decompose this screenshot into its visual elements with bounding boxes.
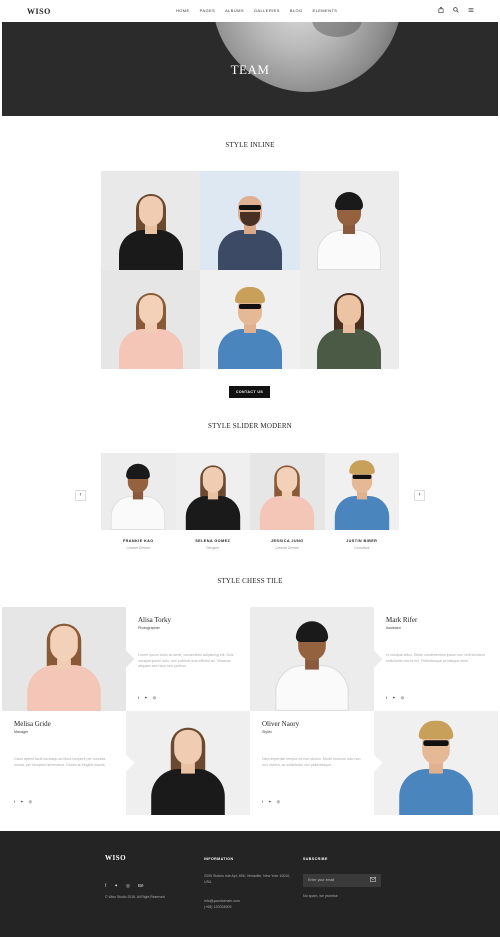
member-role: Designer [206,546,220,550]
behance-icon[interactable]: Bē [138,883,144,889]
member-name: Mark Rifer [386,616,418,624]
chevron-right-icon: › [418,492,421,498]
chess-info-oliver: Oliver Naory Stylist Nam imperdiet tempo… [250,711,374,815]
team-photo-6[interactable] [299,270,399,369]
mail-icon[interactable] [370,877,376,884]
subscribe-email-input[interactable]: Enter your email [303,874,381,887]
chess-info-mark: Mark Rifer Assistant In volutpat tellus.… [374,607,498,711]
member-name: Melisa Gride [14,720,51,728]
social-links[interactable]: f ✦ ◎ [262,799,282,804]
slider-card[interactable]: JUSTIN BIBER Consultant [324,453,399,553]
nav-item-albums[interactable]: ALBUMS [225,8,244,13]
search-icon[interactable] [453,7,459,15]
member-role: Photographer [138,626,160,630]
chess-photo-oliver[interactable] [374,711,498,815]
contact-us-button[interactable]: CONTACT US [229,386,270,398]
footer-logo[interactable]: WISO [105,854,126,862]
slider-photo [250,453,325,530]
slider-photo [101,453,176,530]
member-role: Manager [14,730,29,734]
chess-info-melisa: Melisa Gride Manager Class aptent taciti… [2,711,126,815]
nav-item-home[interactable]: HOME [176,8,190,13]
team-chess-tiles: Alisa Torky Photographer Lorem ipsum dol… [2,607,498,815]
moon-image [212,22,402,92]
team-inline-grid [101,171,399,369]
site-header: WISO HOME PAGES ALBUMS GALLERIES BLOG EL… [0,0,500,22]
person-figure [210,281,290,369]
no-spam-note: No spam, we promise [303,894,338,898]
footer-phone: (+68) 120034509 [204,905,232,909]
social-links[interactable]: f ✦ ◎ [138,695,158,700]
slider-next-button[interactable]: › [414,490,425,501]
nav-item-galleries[interactable]: GALLERIES [254,8,280,13]
person-figure [111,182,191,270]
facebook-icon[interactable]: f [105,883,106,889]
member-role: Assistant [386,626,401,630]
person-figure [309,281,389,369]
social-links[interactable]: f ✦ ◎ [14,799,34,804]
hero-banner: TEAM [2,22,498,116]
section-title-chess: STYLE CHESS TILE [217,577,283,585]
nav-item-pages[interactable]: PAGES [200,8,216,13]
footer-social-links: f ✦ ◎ Bē [105,883,144,889]
site-logo[interactable]: WISO [27,7,51,16]
team-photo-3[interactable] [299,171,399,270]
page-title: TEAM [230,62,270,77]
chess-photo-alisa[interactable] [2,607,126,711]
subscribe-placeholder: Enter your email [308,878,335,882]
member-role: Consultant [354,546,370,550]
instagram-icon[interactable]: ◎ [126,883,130,889]
member-role: Creative Director [126,546,151,550]
footer-subscribe-heading: SUBSCRIBE [303,857,328,861]
slider-card[interactable]: JESSICA JUNG Creative Director [250,453,325,553]
team-photo-2[interactable] [200,171,300,270]
bag-icon[interactable] [438,7,444,15]
member-description: Nam imperdiet tempor ex non dictum. Morb… [262,757,361,767]
chess-info-alisa: Alisa Torky Photographer Lorem ipsum dol… [126,607,250,711]
member-description: In volutpat tellus. Etiam condimentum ip… [386,653,485,663]
twitter-icon[interactable]: ✦ [114,883,118,889]
slider-prev-button[interactable]: ‹ [75,490,86,501]
footer-address: 2005 Stokes Isle Apt. 896, Venaville, Ne… [204,874,291,884]
member-name: FRANKIE KAO [122,539,154,543]
person-figure [210,182,290,270]
team-photo-5[interactable] [200,270,300,369]
member-description: Lorem ipsum dolor sit amet, consectetur … [138,653,234,668]
person-figure [309,182,389,270]
section-title-inline: STYLE INLINE [225,141,275,149]
header-icons [438,7,474,15]
slider-card[interactable]: FRANKIE KAO Creative Director [101,453,176,553]
slider-photo [324,453,399,530]
site-footer: WISO f ✦ ◎ Bē © Wiso Studio 2018. All Ri… [0,831,500,937]
copyright-text: © Wiso Studio 2018. All Right Reserved [105,895,165,899]
section-title-slider: STYLE SLIDER MODERN [208,422,292,430]
member-role: Stylist [262,730,272,734]
team-slider: FRANKIE KAO Creative Director SELENA GOM… [101,453,399,553]
member-name: Oliver Naory [262,720,300,728]
nav-item-blog[interactable]: BLOG [290,8,303,13]
footer-contact: info@yourdomain.com (+68) 120034509 [204,898,240,910]
member-name: JESSICA JUNG [270,539,304,543]
nav-item-elements[interactable]: ELEMENTS [313,8,338,13]
slider-card[interactable]: SELENA GOMEZ Designer [175,453,250,553]
chevron-left-icon: ‹ [79,492,82,498]
main-nav: HOME PAGES ALBUMS GALLERIES BLOG ELEMENT… [176,8,337,13]
member-name: Alisa Torky [138,616,172,624]
member-name: SELENA GOMEZ [195,539,231,543]
footer-info-heading: INFORMATION [204,857,234,861]
chess-photo-melisa[interactable] [126,711,250,815]
team-photo-4[interactable] [101,270,201,369]
slider-photo [175,453,250,530]
menu-icon[interactable] [468,7,474,15]
person-figure [111,281,191,369]
member-role: Creative Director [275,546,300,550]
member-description: Class aptent taciti sociosqu ad litora t… [14,757,106,767]
chess-photo-mark[interactable] [250,607,374,711]
team-photo-1[interactable] [101,171,201,270]
member-name: JUSTIN BIBER [346,539,378,543]
social-links[interactable]: f ✦ ◎ [386,695,406,700]
